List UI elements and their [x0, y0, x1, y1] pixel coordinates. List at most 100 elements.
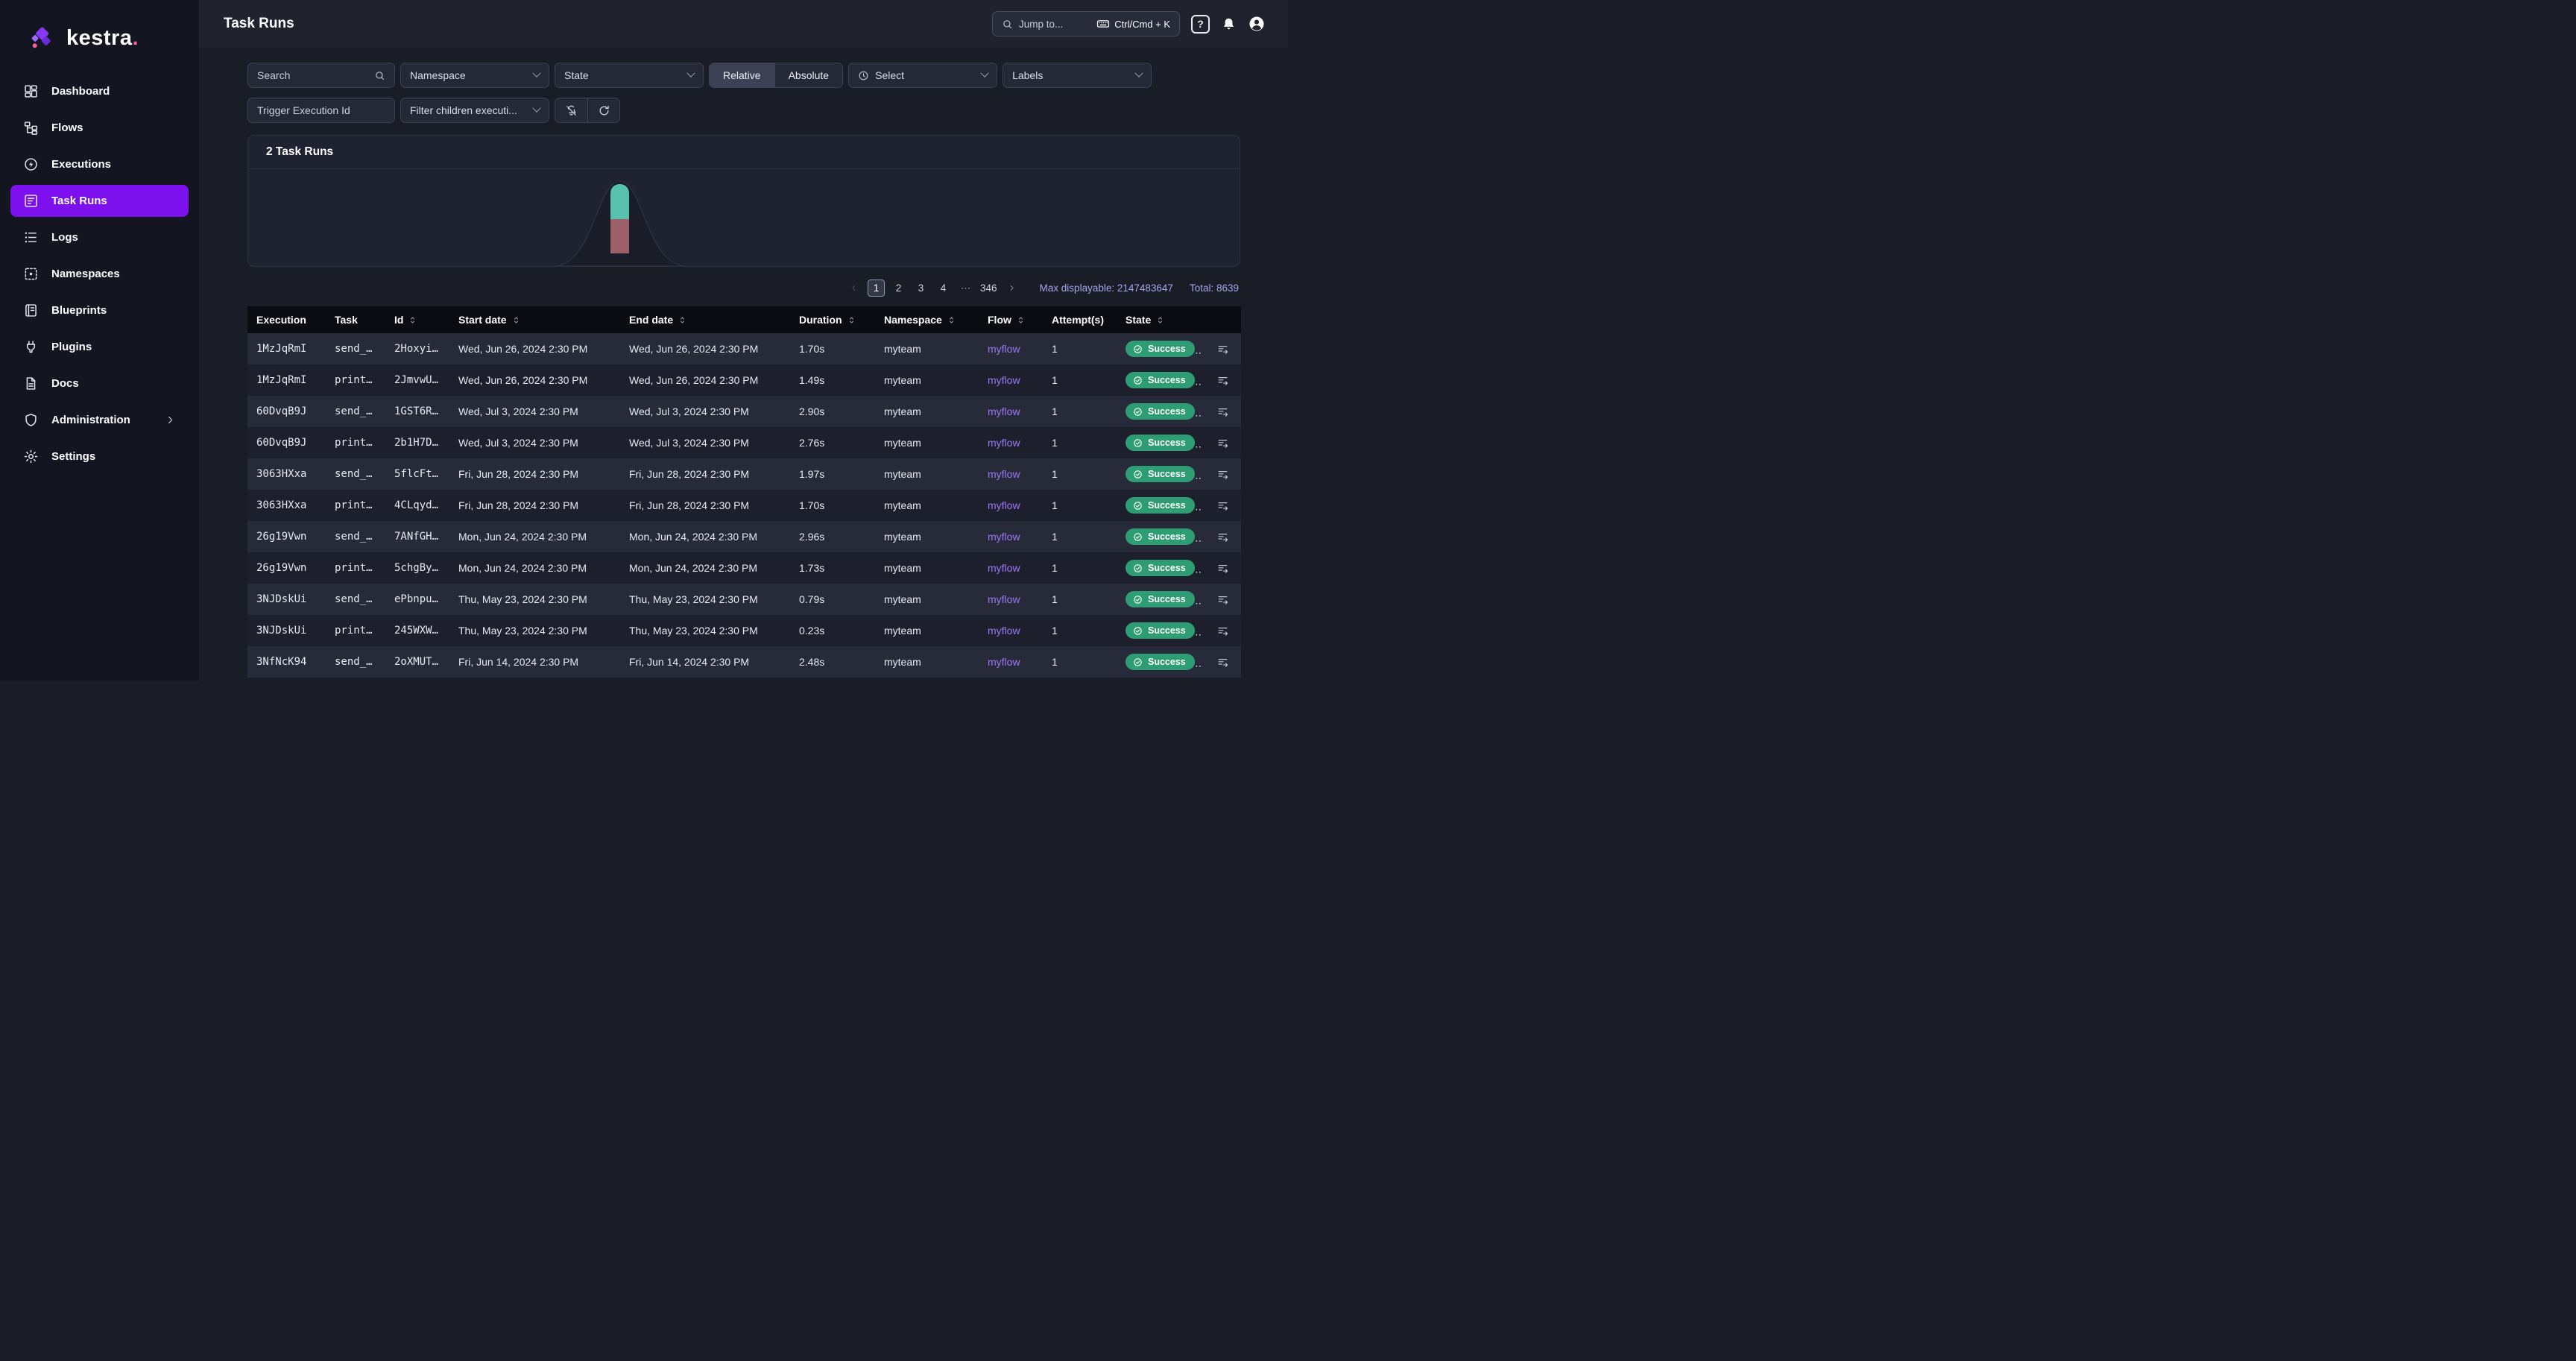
notifications-off-button[interactable]	[555, 98, 587, 122]
sort-icon[interactable]	[847, 315, 856, 325]
children-executions-filter[interactable]: Filter children executi...	[400, 98, 549, 123]
namespace-filter[interactable]: Namespace	[400, 63, 549, 88]
attempts: 1	[1043, 584, 1117, 615]
open-taskrun-icon[interactable]	[1216, 468, 1229, 481]
sort-icon[interactable]	[1155, 315, 1165, 325]
open-taskrun-icon[interactable]	[1216, 437, 1229, 449]
sidebar-item-namespaces[interactable]: Namespaces	[10, 258, 189, 290]
open-taskrun-icon[interactable]	[1216, 593, 1229, 606]
jump-to-input[interactable]	[1019, 19, 1090, 30]
refresh-button[interactable]	[587, 98, 619, 122]
help-button[interactable]: ?	[1191, 15, 1210, 34]
column-header-duration[interactable]: Duration	[790, 306, 875, 333]
check-circle-icon	[1133, 407, 1143, 417]
execution-id-link[interactable]: 26g19Vwn	[256, 562, 306, 574]
time-range-filter[interactable]: Select	[848, 63, 997, 88]
open-taskrun-icon[interactable]	[1216, 625, 1229, 637]
page-button-346[interactable]: 346	[979, 280, 998, 297]
sidebar-item-task-runs[interactable]: Task Runs	[10, 185, 189, 217]
open-taskrun-icon[interactable]	[1216, 374, 1229, 387]
sidebar-item-blueprints[interactable]: Blueprints	[10, 294, 189, 326]
sidebar-item-label: Flows	[51, 121, 83, 134]
next-page-button[interactable]	[1003, 280, 1020, 297]
flow-link[interactable]: myflow	[988, 531, 1020, 543]
execution-id-link[interactable]: 3063HXxa	[256, 468, 306, 480]
sidebar-item-executions[interactable]: Executions	[10, 148, 189, 180]
sidebar-item-logs[interactable]: Logs	[10, 221, 189, 253]
column-header-end-date[interactable]: End date	[620, 306, 790, 333]
open-taskrun-icon[interactable]	[1216, 531, 1229, 543]
sort-icon[interactable]	[408, 315, 417, 325]
sidebar-item-plugins[interactable]: Plugins	[10, 331, 189, 363]
taskrun-id-link[interactable]: 2Hoxyix5	[394, 343, 444, 355]
flow-link[interactable]: myflow	[988, 499, 1020, 511]
open-taskrun-icon[interactable]	[1216, 499, 1229, 512]
flow-link[interactable]: myflow	[988, 405, 1020, 417]
page-button-4[interactable]: 4	[935, 280, 952, 297]
execution-id-link[interactable]: 60DvqB9J	[256, 405, 306, 417]
trigger-execution-input[interactable]	[257, 104, 385, 116]
flow-link[interactable]: myflow	[988, 562, 1020, 574]
flow-link[interactable]: myflow	[988, 437, 1020, 449]
user-avatar[interactable]	[1248, 15, 1266, 33]
column-header-start-date[interactable]: Start date	[449, 306, 620, 333]
labels-filter[interactable]: Labels	[1003, 63, 1152, 88]
taskrun-id-link[interactable]: 5flcFtT8	[394, 468, 444, 480]
column-header-namespace[interactable]: Namespace	[875, 306, 979, 333]
sort-icon[interactable]	[678, 315, 687, 325]
execution-id-link[interactable]: 3NJDskUi	[256, 625, 306, 637]
execution-id-link[interactable]: 60DvqB9J	[256, 437, 306, 449]
sidebar-item-settings[interactable]: Settings	[10, 440, 189, 473]
sort-icon[interactable]	[1016, 315, 1026, 325]
open-taskrun-icon[interactable]	[1216, 343, 1229, 356]
column-header-id[interactable]: Id	[385, 306, 449, 333]
main-area: Task Runs Ctrl/Cmd + K ?	[199, 0, 1288, 680]
taskrun-id-link[interactable]: ePbnpuV5	[394, 593, 444, 605]
execution-id-link[interactable]: 26g19Vwn	[256, 531, 306, 543]
page-button-2[interactable]: 2	[890, 280, 907, 297]
kestra-logo[interactable]: kestra.	[0, 0, 199, 52]
sidebar-item-administration[interactable]: Administration	[10, 404, 189, 436]
relative-toggle[interactable]: Relative	[710, 63, 774, 87]
notifications-bell-icon[interactable]	[1221, 16, 1237, 32]
trigger-execution-filter[interactable]	[247, 98, 395, 123]
sidebar-item-dashboard[interactable]: Dashboard	[10, 75, 189, 107]
search-input[interactable]	[257, 69, 368, 81]
flow-link[interactable]: myflow	[988, 343, 1020, 355]
execution-id-link[interactable]: 1MzJqRmI	[256, 374, 306, 386]
flow-link[interactable]: myflow	[988, 374, 1020, 386]
taskrun-id-link[interactable]: 4CLqydL2	[394, 499, 444, 511]
execution-id-link[interactable]: 3063HXxa	[256, 499, 306, 511]
taskrun-id-link[interactable]: 2b1H7DDL	[394, 437, 444, 449]
flow-link[interactable]: myflow	[988, 468, 1020, 480]
sort-icon[interactable]	[511, 315, 521, 325]
state-filter[interactable]: State	[555, 63, 704, 88]
execution-id-link[interactable]: 1MzJqRmI	[256, 343, 306, 355]
taskrun-id-link[interactable]: 1GST6Rsi	[394, 405, 444, 417]
jump-to-search[interactable]: Ctrl/Cmd + K	[992, 11, 1180, 37]
taskrun-id-link[interactable]: 245WXWey	[394, 625, 444, 637]
open-taskrun-icon[interactable]	[1216, 562, 1229, 575]
open-taskrun-icon[interactable]	[1216, 656, 1229, 669]
column-header-state[interactable]: State	[1117, 306, 1201, 333]
flow-link[interactable]: myflow	[988, 593, 1020, 605]
absolute-toggle[interactable]: Absolute	[774, 63, 842, 87]
page-button-1[interactable]: 1	[868, 280, 885, 297]
flow-link[interactable]: myflow	[988, 656, 1020, 668]
taskrun-id-link[interactable]: 7ANfGHk4	[394, 531, 444, 543]
search-filter[interactable]	[247, 63, 395, 88]
taskrun-id-link[interactable]: 2JmvwUCV	[394, 374, 444, 386]
sort-icon[interactable]	[947, 315, 956, 325]
flow-link[interactable]: myflow	[988, 625, 1020, 637]
page-button-3[interactable]: 3	[912, 280, 929, 297]
histogram-bar[interactable]	[610, 184, 629, 253]
execution-id-link[interactable]: 3NfNcK94	[256, 656, 306, 668]
prev-page-button[interactable]	[845, 280, 862, 297]
open-taskrun-icon[interactable]	[1216, 405, 1229, 418]
execution-id-link[interactable]: 3NJDskUi	[256, 593, 306, 605]
taskrun-id-link[interactable]: 5chgBySG	[394, 562, 444, 574]
sidebar-item-flows[interactable]: Flows	[10, 112, 189, 144]
sidebar-item-docs[interactable]: Docs	[10, 367, 189, 400]
taskrun-id-link[interactable]: 2oXMUTkB	[394, 656, 444, 668]
column-header-flow[interactable]: Flow	[979, 306, 1043, 333]
